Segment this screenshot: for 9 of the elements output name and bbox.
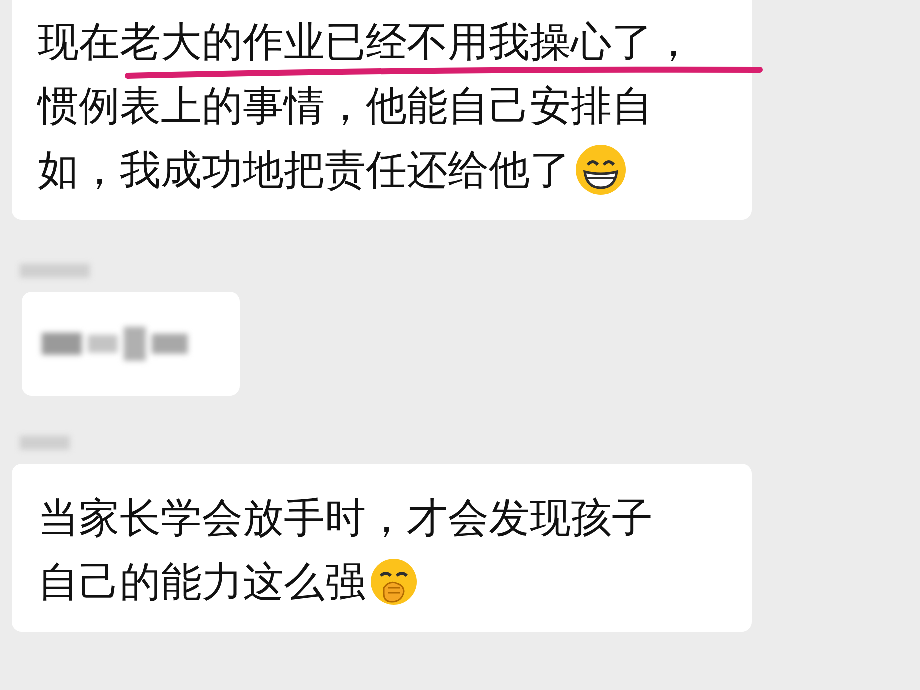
face-with-hand-over-mouth-icon [370,558,418,606]
message-text: 现在老大的作业已经不用我操心了， [38,17,694,68]
message-text: 惯例表上的事情，他能自己安排自 [38,81,653,132]
grinning-face-icon [575,144,627,196]
message-text: 如，我成功地把责任还给他了 [38,145,571,196]
message-text: 自己的能力这么强 [38,557,366,608]
blurred-sender-name [20,436,70,450]
blurred-sender-name [20,264,90,278]
message-text: 当家长学会放手时，才会发现孩子 [38,493,653,544]
